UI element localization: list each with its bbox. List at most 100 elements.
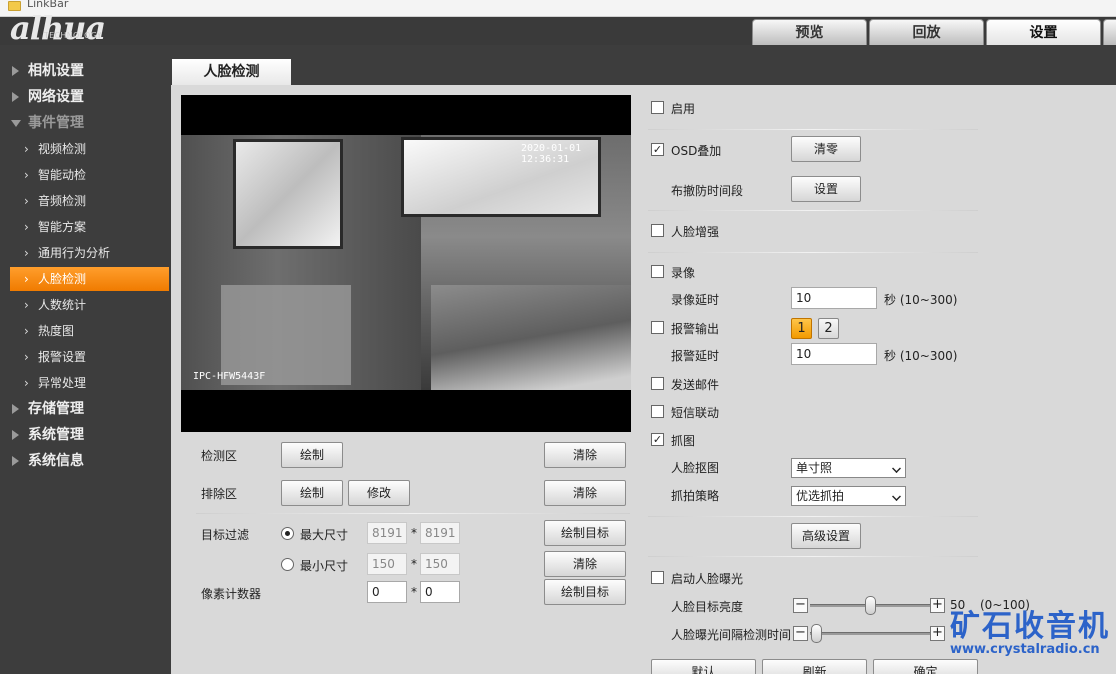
pixel-height-input[interactable]: 0 <box>420 581 460 603</box>
nav-tab-playback[interactable]: 回放 <box>869 19 984 45</box>
reset-button[interactable]: 清零 <box>791 136 861 162</box>
send-email-checkbox[interactable] <box>651 377 664 390</box>
sidebar-item-smart-motion[interactable]: › 智能动检 <box>10 163 169 187</box>
arm-period-setup-button[interactable]: 设置 <box>791 176 861 202</box>
detect-zone-clear-button[interactable]: 清除 <box>544 442 626 468</box>
chevron-right-icon: › <box>24 142 29 156</box>
sidebar-item-behavior-analysis[interactable]: › 通用行为分析 <box>10 241 169 265</box>
expand-triangle-icon <box>12 430 19 440</box>
ok-button[interactable]: 确定 <box>873 659 978 674</box>
nav-tab-preview[interactable]: 预览 <box>752 19 867 45</box>
brightness-slider-thumb[interactable] <box>864 596 876 615</box>
arm-period-label: 布撤防时间段 <box>671 184 744 198</box>
face-exposure-checkbox[interactable] <box>651 571 664 584</box>
minus-icon[interactable]: − <box>793 626 808 641</box>
alarm-output-checkbox[interactable] <box>651 321 664 334</box>
record-delay-unit: 秒 (10~300) <box>884 293 958 307</box>
brand-logo: alhua <box>10 9 106 47</box>
chevron-right-icon: › <box>24 272 29 286</box>
sms-link-checkbox[interactable] <box>651 405 664 418</box>
plus-icon[interactable]: + <box>930 626 945 641</box>
record-checkbox[interactable] <box>651 265 664 278</box>
refresh-button[interactable]: 刷新 <box>762 659 867 674</box>
nav-tab-overflow[interactable] <box>1103 19 1116 45</box>
sidebar-group-storage[interactable]: 存储管理 <box>0 397 171 421</box>
sms-link-label: 短信联动 <box>671 406 720 420</box>
max-size-label: 最大尺寸 <box>300 528 349 542</box>
camera-scene <box>181 135 631 390</box>
osd-overlay-label: OSD叠加 <box>671 144 722 158</box>
sidebar-item-audio-detect[interactable]: › 音频检测 <box>10 189 169 213</box>
snapshot-checkbox[interactable]: ✓ <box>651 433 664 446</box>
alarm-output-2-button[interactable]: 2 <box>818 318 839 339</box>
capture-strategy-select[interactable]: 优选抓拍 <box>791 486 906 506</box>
times-sign: * <box>411 526 417 540</box>
exclude-zone-clear-button[interactable]: 清除 <box>544 480 626 506</box>
exclude-zone-draw-button[interactable]: 绘制 <box>281 480 343 506</box>
scene-bed <box>431 285 631 390</box>
record-delay-input[interactable]: 10 <box>791 287 877 309</box>
target-clear-button[interactable]: 清除 <box>544 551 626 577</box>
divider <box>648 516 978 517</box>
draw-target-button[interactable]: 绘制目标 <box>544 520 626 546</box>
interval-slider-track[interactable] <box>810 632 930 635</box>
sidebar-item-heatmap[interactable]: › 热度图 <box>10 319 169 343</box>
divider <box>648 556 978 557</box>
record-delay-label: 录像延时 <box>671 293 720 307</box>
exclude-zone-label: 排除区 <box>201 487 238 501</box>
minus-icon[interactable]: − <box>793 598 808 613</box>
interval-slider-thumb[interactable] <box>810 624 822 643</box>
face-crop-select[interactable]: 单寸照 <box>791 458 906 478</box>
face-crop-label: 人脸抠图 <box>671 461 720 475</box>
max-width-input[interactable]: 8191 <box>367 522 407 544</box>
face-exposure-label: 启动人脸曝光 <box>671 572 744 586</box>
link-bar: LinkBar <box>0 0 1116 17</box>
sidebar-group-info[interactable]: 系统信息 <box>0 449 171 473</box>
chevron-right-icon: › <box>24 350 29 364</box>
face-enhance-checkbox[interactable] <box>651 224 664 237</box>
sidebar-item-face-detect[interactable]: › 人脸检测 <box>10 267 169 291</box>
sidebar-group-camera[interactable]: 相机设置 <box>0 59 171 83</box>
advanced-settings-button[interactable]: 高级设置 <box>791 523 861 549</box>
plus-icon[interactable]: + <box>930 598 945 613</box>
pixel-width-input[interactable]: 0 <box>367 581 407 603</box>
alarm-delay-unit: 秒 (10~300) <box>884 349 958 363</box>
nav-tab-settings[interactable]: 设置 <box>986 19 1101 45</box>
send-email-label: 发送邮件 <box>671 378 720 392</box>
alarm-output-1-button[interactable]: 1 <box>791 318 812 339</box>
pixel-draw-target-button[interactable]: 绘制目标 <box>544 579 626 605</box>
exposure-interval-label: 人脸曝光间隔检测时间 <box>671 628 792 642</box>
osd-timestamp: 2020-01-01 12:36:31 <box>521 143 582 165</box>
times-sign: * <box>411 557 417 571</box>
tab-face-detect[interactable]: 人脸检测 <box>172 59 291 85</box>
divider <box>648 129 978 130</box>
sidebar-group-system[interactable]: 系统管理 <box>0 423 171 447</box>
sidebar-item-alarm-settings[interactable]: › 报警设置 <box>10 345 169 369</box>
watermark-title: 矿石收音机 <box>950 609 1110 644</box>
enable-checkbox[interactable] <box>651 101 664 114</box>
min-size-radio[interactable] <box>281 558 294 571</box>
detect-zone-draw-button[interactable]: 绘制 <box>281 442 343 468</box>
sidebar-item-people-count[interactable]: › 人数统计 <box>10 293 169 317</box>
min-width-input[interactable]: 150 <box>367 553 407 575</box>
osd-overlay-checkbox[interactable]: ✓ <box>651 143 664 156</box>
record-label: 录像 <box>671 266 696 280</box>
snapshot-label: 抓图 <box>671 434 696 448</box>
min-height-input[interactable]: 150 <box>420 553 460 575</box>
sidebar-group-event[interactable]: 事件管理 <box>0 111 171 135</box>
sidebar-group-network[interactable]: 网络设置 <box>0 85 171 109</box>
chevron-down-icon <box>892 492 901 501</box>
alarm-output-label: 报警输出 <box>671 322 720 336</box>
alarm-delay-input[interactable]: 10 <box>791 343 877 365</box>
face-brightness-label: 人脸目标亮度 <box>671 600 744 614</box>
max-height-input[interactable]: 8191 <box>420 522 460 544</box>
sidebar-item-exception[interactable]: › 异常处理 <box>10 371 169 395</box>
chevron-right-icon: › <box>24 376 29 390</box>
sidebar-item-video-detect[interactable]: › 视频检测 <box>10 137 169 161</box>
exclude-zone-modify-button[interactable]: 修改 <box>348 480 410 506</box>
video-preview[interactable]: 2020-01-01 12:36:31 IPC-HFW5443F <box>181 95 631 432</box>
default-button[interactable]: 默认 <box>651 659 756 674</box>
sidebar-item-smart-plan[interactable]: › 智能方案 <box>10 215 169 239</box>
max-size-radio[interactable] <box>281 527 294 540</box>
expand-triangle-icon <box>12 456 19 466</box>
